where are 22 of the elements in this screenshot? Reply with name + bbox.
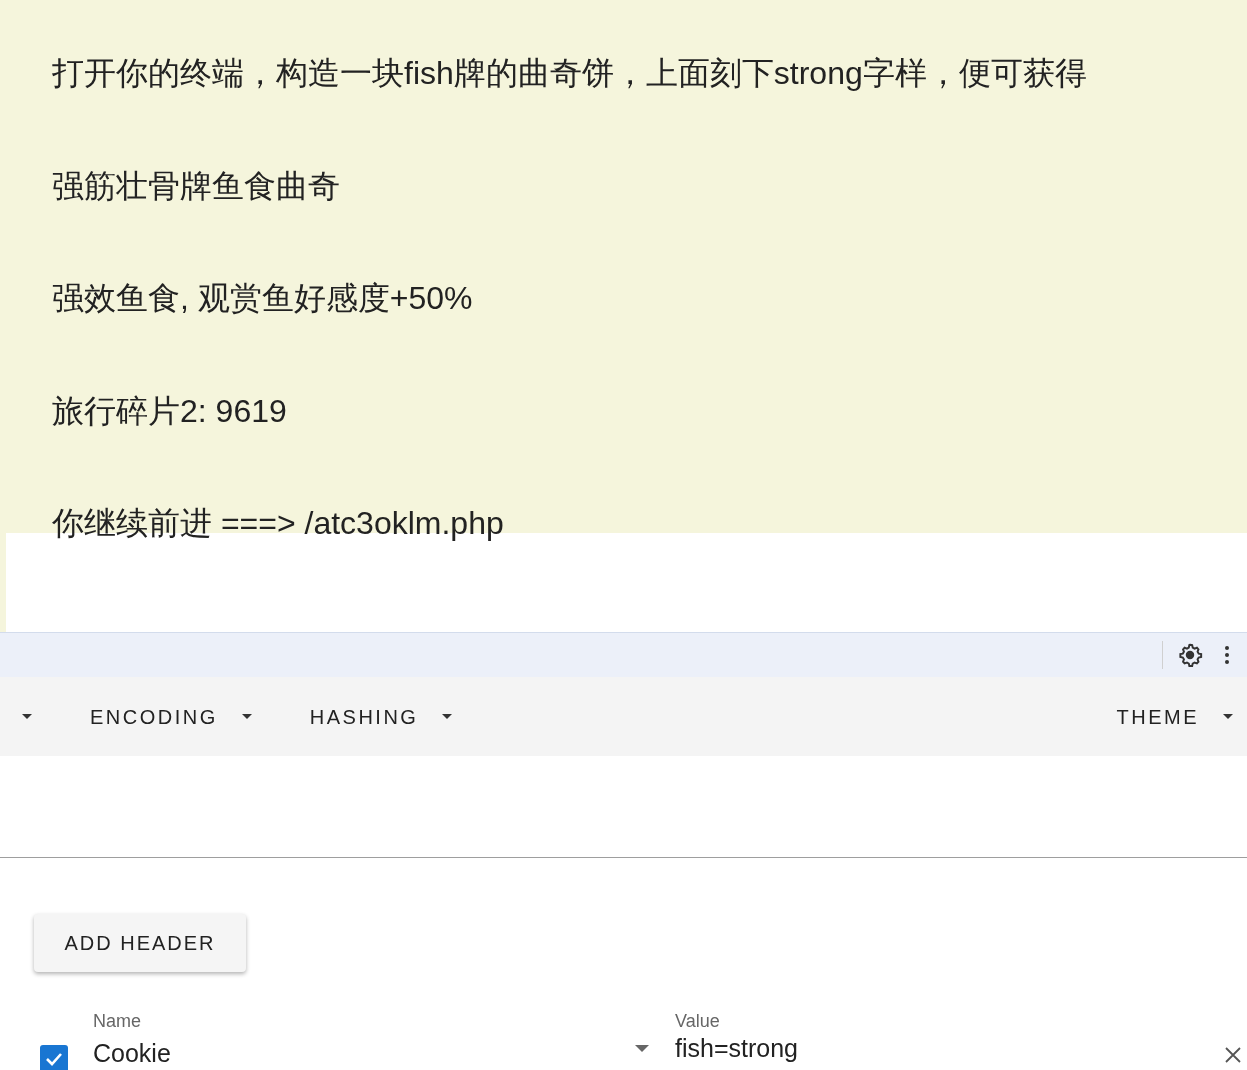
settings-icon[interactable] [1177,642,1203,668]
add-header-button[interactable]: ADD HEADER [34,914,246,972]
caret-icon [442,714,453,719]
caret-icon [241,714,252,719]
menu-button[interactable]: HASHING [309,701,453,732]
caret-icon [1223,714,1233,719]
dropdown-icon [635,1045,649,1053]
field-label: Name [93,1010,141,1033]
close-icon[interactable] [1225,1046,1241,1063]
caret-icon [22,714,32,719]
text-line: 你继续前进 ===> /atc3oklm.php [52,504,504,543]
field-label: Value [675,1010,720,1033]
text-line: 强筋壮骨牌鱼食曲奇 [52,166,340,206]
more-options-icon[interactable] [1225,646,1229,664]
checkbox[interactable] [40,1044,68,1070]
menu-button[interactable]: ENCODING [90,701,252,732]
name-field[interactable]: Cookie [93,1035,675,1070]
text-line: 旅行碎片2: 9619 [52,391,287,431]
value-field[interactable]: fish=strong [675,1030,1247,1068]
menu-button[interactable]: THEME [1116,701,1233,732]
text-line: 强效鱼食, 观赏鱼好感度+50% [52,279,473,318]
text-line: 打开你的终端，构造一块fish牌的曲奇饼，上面刻下strong字样，便可获得 [52,54,1087,93]
